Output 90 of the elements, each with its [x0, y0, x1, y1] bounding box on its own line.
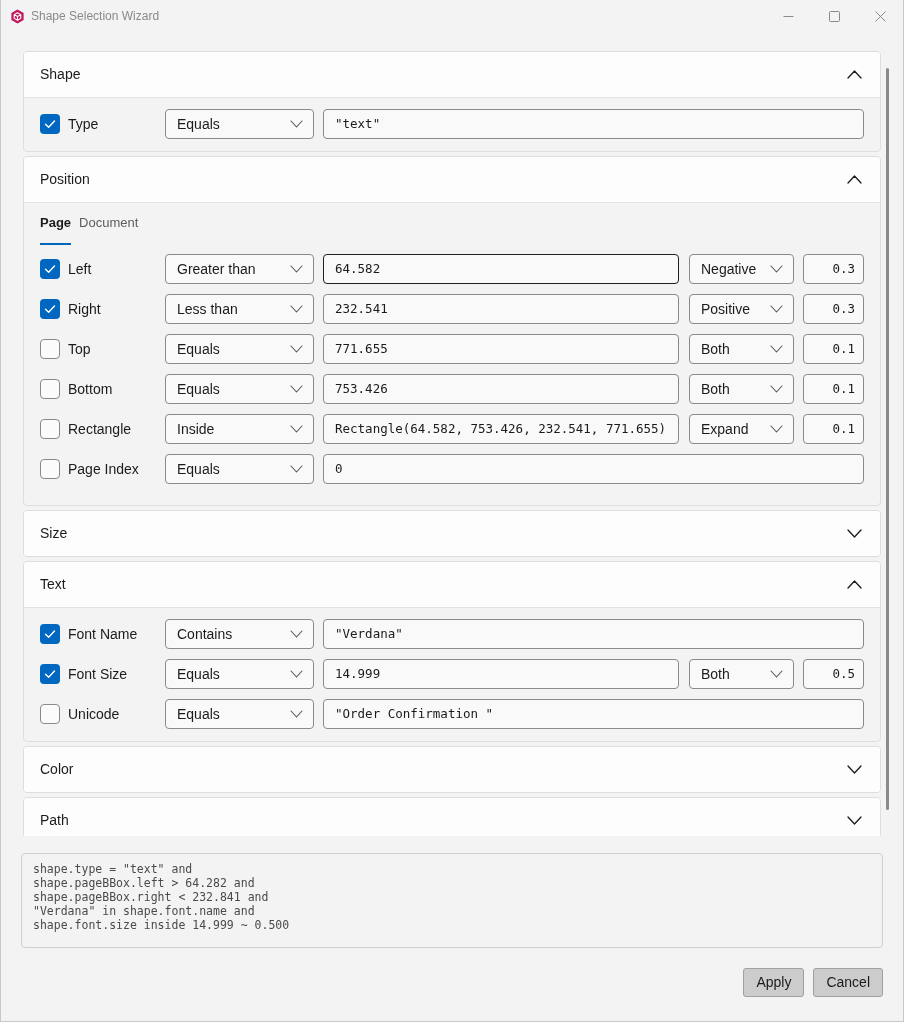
tolerance-field[interactable]: 0.1: [803, 414, 864, 444]
dialog-button[interactable]: Apply: [743, 968, 805, 997]
chevron-down-icon: [290, 120, 303, 128]
chevron-down-icon: [290, 305, 303, 313]
chevron-down-icon: [290, 670, 303, 678]
value-field[interactable]: Rectangle(64.582, 753.426, 232.541, 771.655): [323, 414, 679, 444]
checkbox-label: Type: [68, 114, 99, 134]
chevron-down-icon: [770, 425, 783, 433]
chevron-down-icon: [847, 765, 862, 774]
checkbox-label: Font Name: [68, 624, 138, 644]
direction-dropdown[interactable]: Both: [689, 374, 794, 404]
section-header[interactable]: Color: [24, 747, 880, 792]
direction-dropdown[interactable]: Both: [689, 334, 794, 364]
operator-dropdown[interactable]: Equals: [165, 374, 314, 404]
checkbox[interactable]: [40, 379, 60, 399]
section-header[interactable]: Text: [24, 562, 880, 608]
tolerance-field[interactable]: 0.3: [803, 254, 864, 284]
value-field[interactable]: 14.999: [323, 659, 679, 689]
value-field[interactable]: 64.582: [323, 254, 679, 284]
operator-dropdown[interactable]: Contains: [165, 619, 314, 649]
chevron-up-icon: [847, 70, 862, 79]
checkbox[interactable]: [40, 624, 60, 644]
checkbox[interactable]: [40, 114, 60, 134]
checkbox[interactable]: [40, 664, 60, 684]
section-header[interactable]: Size: [24, 511, 880, 556]
checkbox-label: Bottom: [68, 379, 113, 399]
tab[interactable]: Document: [79, 214, 139, 245]
chevron-down-icon: [770, 305, 783, 313]
chevron-down-icon: [290, 630, 303, 638]
direction-dropdown[interactable]: Expand: [689, 414, 794, 444]
direction-dropdown[interactable]: Positive: [689, 294, 794, 324]
tab[interactable]: Page: [40, 214, 72, 245]
value-field[interactable]: 771.655: [323, 334, 679, 364]
checkbox[interactable]: [40, 459, 60, 479]
direction-dropdown[interactable]: Negative: [689, 254, 794, 284]
chevron-down-icon: [290, 265, 303, 273]
checkbox-label: Page Index: [68, 459, 139, 479]
tolerance-field[interactable]: 0.3: [803, 294, 864, 324]
operator-dropdown[interactable]: Equals: [165, 109, 314, 139]
chevron-down-icon: [770, 345, 783, 353]
direction-dropdown[interactable]: Both: [689, 659, 794, 689]
cube-icon: [10, 8, 25, 24]
operator-dropdown[interactable]: Equals: [165, 699, 314, 729]
tolerance-field[interactable]: 0.1: [803, 374, 864, 404]
operator-dropdown[interactable]: Less than: [165, 294, 314, 324]
checkbox[interactable]: [40, 299, 60, 319]
chevron-down-icon: [290, 385, 303, 393]
maximize-icon[interactable]: [829, 10, 840, 22]
value-field[interactable]: "Order Confirmation ": [323, 699, 864, 729]
checkbox[interactable]: [40, 419, 60, 439]
chevron-down-icon: [290, 345, 303, 353]
operator-dropdown[interactable]: Inside: [165, 414, 314, 444]
section-header[interactable]: Shape: [24, 52, 880, 98]
scrollbar-thumb[interactable]: [886, 68, 889, 810]
close-icon[interactable]: [875, 10, 886, 22]
chevron-down-icon: [770, 385, 783, 393]
section-header[interactable]: Position: [24, 157, 880, 203]
window-title: Shape Selection Wizard: [31, 8, 160, 25]
checkbox-label: Unicode: [68, 704, 120, 724]
tolerance-field[interactable]: 0.1: [803, 334, 864, 364]
value-field[interactable]: 753.426: [323, 374, 679, 404]
chevron-down-icon: [847, 529, 862, 538]
dialog-button[interactable]: Cancel: [813, 968, 883, 997]
value-field[interactable]: "Verdana": [323, 619, 864, 649]
checkbox-label: Rectangle: [68, 419, 132, 439]
chevron-down-icon: [770, 670, 783, 678]
operator-dropdown[interactable]: Equals: [165, 454, 314, 484]
checkbox[interactable]: [40, 339, 60, 359]
chevron-up-icon: [847, 175, 862, 184]
checkbox[interactable]: [40, 704, 60, 724]
value-field[interactable]: "text": [323, 109, 864, 139]
chevron-down-icon: [290, 465, 303, 473]
checkbox-label: Left: [68, 259, 92, 279]
checkbox-label: Font Size: [68, 664, 128, 684]
chevron-down-icon: [847, 816, 862, 825]
value-field[interactable]: 232.541: [323, 294, 679, 324]
chevron-down-icon: [770, 265, 783, 273]
section-header[interactable]: Path: [24, 798, 880, 836]
chevron-down-icon: [290, 710, 303, 718]
chevron-up-icon: [847, 580, 862, 589]
checkbox-label: Right: [68, 299, 101, 319]
value-field[interactable]: 0: [323, 454, 864, 484]
chevron-down-icon: [290, 425, 303, 433]
operator-dropdown[interactable]: Greater than: [165, 254, 314, 284]
checkbox-label: Top: [68, 339, 91, 359]
tolerance-field[interactable]: 0.5: [803, 659, 864, 689]
operator-dropdown[interactable]: Equals: [165, 659, 314, 689]
expression-field[interactable]: shape.type = "text" and shape.pageBBox.left > 64.282 and shape.pageBBox.right < 232.841 and "Verdana" in shape.font.name and shape.font.size inside 14.999 ~ 0.500: [21, 853, 883, 948]
operator-dropdown[interactable]: Equals: [165, 334, 314, 364]
checkbox[interactable]: [40, 259, 60, 279]
